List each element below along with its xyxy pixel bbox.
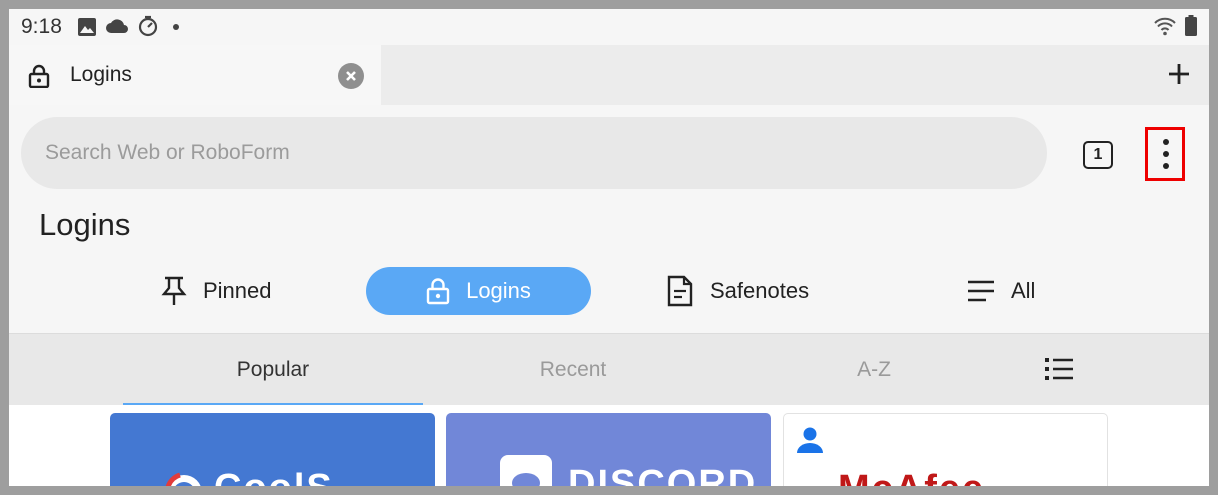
category-all[interactable]: All (967, 267, 1035, 315)
close-icon (346, 71, 356, 81)
close-tab-button[interactable] (338, 63, 364, 89)
category-pinned[interactable]: Pinned (161, 267, 272, 315)
tab-az[interactable]: A-Z (724, 334, 1024, 406)
sort-bar: Popular Recent A-Z (9, 333, 1209, 406)
login-card-coolsculpting[interactable]: CoolS (110, 413, 435, 486)
discord-logo-icon (500, 455, 552, 486)
wifi-icon (1154, 17, 1176, 36)
lock-icon (28, 64, 50, 88)
category-label: Pinned (203, 278, 272, 303)
login-card-discord[interactable]: DISCORD (446, 413, 771, 486)
battery-icon (1185, 15, 1197, 36)
card-logo-text: McAfee (838, 468, 985, 486)
card-logo-text: CoolS (214, 467, 334, 486)
category-safenotes[interactable]: Safenotes (666, 267, 809, 315)
browser-tab[interactable]: Logins (9, 45, 381, 105)
category-label: Logins (466, 278, 531, 303)
tab-popular[interactable]: Popular (123, 334, 423, 406)
list-view-icon[interactable] (1044, 356, 1074, 382)
lock-icon (426, 278, 450, 305)
category-label: All (1011, 278, 1036, 303)
person-icon (797, 427, 823, 453)
note-icon (667, 275, 693, 307)
overflow-menu-button[interactable] (1145, 127, 1185, 181)
search-bar[interactable] (21, 117, 1047, 189)
more-vert-icon (1163, 139, 1169, 145)
search-input[interactable] (45, 117, 1025, 189)
tab-strip: Logins (9, 45, 1209, 105)
dot-icon (173, 24, 179, 30)
app-window: 9:18 Logins Search Web or RoboForm 1 Log… (9, 9, 1209, 486)
image-icon (78, 18, 96, 36)
status-bar: 9:18 (9, 9, 1209, 45)
tab-recent[interactable]: Recent (423, 334, 723, 406)
category-logins[interactable]: Logins (366, 267, 591, 315)
coolsculpting-logo-icon (165, 472, 201, 486)
pin-icon (161, 276, 187, 305)
page-title: Logins (39, 207, 131, 242)
tab-title: Logins (70, 63, 132, 86)
list-icon (968, 280, 994, 302)
status-time: 9:18 (21, 15, 62, 38)
login-card-mcafee[interactable]: McAfee (783, 413, 1108, 486)
tab-count-button[interactable]: 1 (1083, 141, 1113, 169)
logins-grid: CoolS DISCORD McAfee (9, 405, 1209, 486)
timer-icon (138, 15, 158, 37)
cloud-icon (106, 19, 128, 33)
card-logo-text: DISCORD (568, 463, 758, 486)
category-label: Safenotes (710, 278, 810, 303)
new-tab-button[interactable] (1167, 62, 1191, 86)
